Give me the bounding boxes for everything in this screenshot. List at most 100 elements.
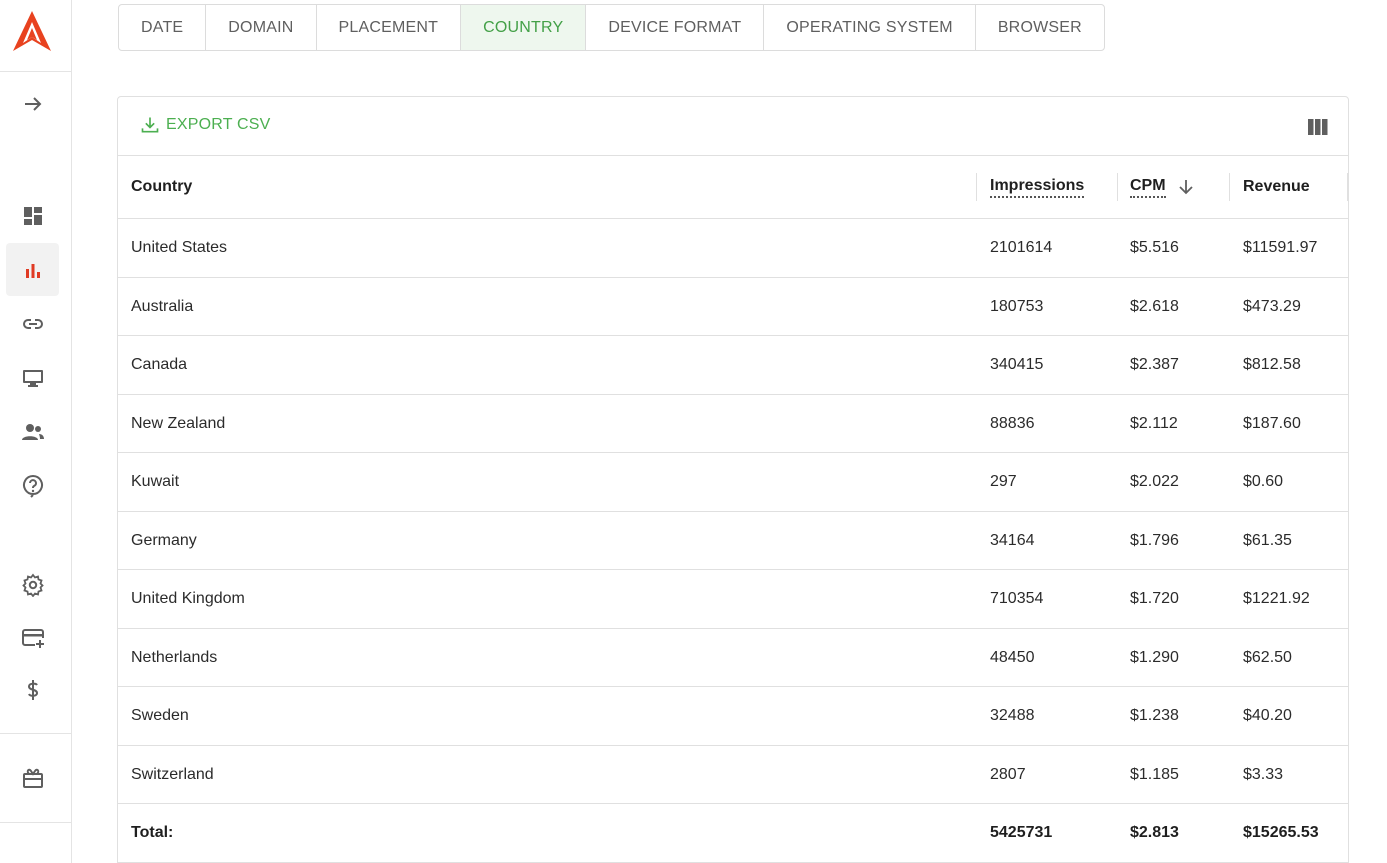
column-header-label: Impressions	[990, 177, 1085, 198]
report-dimension-tabs: DATE DOMAIN PLACEMENT COUNTRY DEVICE FOR…	[118, 4, 1105, 51]
tab-device-format[interactable]: DEVICE FORMAT	[586, 5, 765, 50]
sidebar-item-sites[interactable]	[6, 351, 59, 404]
total-revenue: $15265.53	[1243, 824, 1319, 841]
table-row: United States 2101614 $5.516 $11591.97	[118, 219, 1348, 278]
column-header-revenue[interactable]: Revenue	[1243, 156, 1310, 218]
sidebar-item-dashboard[interactable]	[6, 189, 59, 242]
column-divider	[1347, 173, 1348, 201]
country-cell: Kuwait	[131, 473, 180, 490]
cpm-cell: $1.290	[1130, 648, 1179, 666]
column-header-impressions[interactable]: Impressions	[990, 156, 1085, 218]
revenue-cell: $187.60	[1243, 414, 1301, 432]
columns-icon	[1308, 119, 1328, 135]
help-icon	[22, 474, 43, 498]
country-cell: United States	[131, 239, 228, 256]
table-row: United Kingdom 710354 $1.720 $1221.92	[118, 570, 1348, 629]
column-divider	[976, 173, 977, 201]
revenue-cell: $40.20	[1243, 707, 1292, 724]
revenue-cell: $1221.92	[1243, 590, 1310, 607]
country-cell: Australia	[131, 297, 194, 315]
table-row: Sweden 32488 $1.238 $40.20	[118, 687, 1348, 746]
sidebar-item-payment-methods[interactable]	[6, 611, 59, 664]
country-cell: United Kingdom	[131, 590, 245, 607]
tab-domain[interactable]: DOMAIN	[206, 5, 317, 50]
expand-arrow-icon	[24, 96, 41, 111]
cpm-cell: $2.618	[1130, 297, 1179, 315]
revenue-cell: $61.35	[1243, 531, 1292, 549]
export-csv-button[interactable]: EXPORT CSV	[140, 115, 271, 135]
dashboard-icon	[23, 206, 42, 225]
impressions-cell: 32488	[990, 707, 1035, 724]
cpm-cell: $2.112	[1130, 414, 1178, 432]
column-header-label: Country	[131, 178, 193, 195]
revenue-cell: $11591.97	[1243, 239, 1318, 256]
sidebar-divider	[0, 822, 71, 823]
sidebar-divider	[0, 71, 71, 72]
table-row: Kuwait 297 $2.022 $0.60	[118, 453, 1348, 512]
impressions-cell: 48450	[990, 648, 1035, 666]
table-row: Australia 180753 $2.618 $473.29	[118, 278, 1348, 336]
cpm-cell: $2.022	[1130, 473, 1179, 490]
impressions-cell: 34164	[990, 531, 1035, 549]
table-row: Switzerland 2807 $1.185 $3.33	[118, 746, 1348, 804]
sidebar-item-help[interactable]	[6, 459, 59, 512]
columns-button[interactable]	[1307, 116, 1329, 138]
revenue-cell: $473.29	[1243, 297, 1301, 315]
cpm-cell: $1.720	[1130, 590, 1179, 607]
sidebar-item-settings[interactable]	[6, 558, 59, 611]
impressions-cell: 2807	[990, 765, 1026, 783]
gear-icon	[21, 573, 44, 597]
cpm-cell: $1.796	[1130, 531, 1179, 549]
column-divider	[1117, 173, 1118, 201]
revenue-cell: $812.58	[1243, 356, 1301, 373]
impressions-cell: 297	[990, 473, 1017, 490]
tab-country[interactable]: COUNTRY	[461, 5, 587, 50]
arrow-down-icon[interactable]	[1176, 177, 1196, 197]
column-header-label: Revenue	[1243, 178, 1310, 195]
sidebar-item-links[interactable]	[6, 297, 59, 350]
cpm-cell: $1.238	[1130, 707, 1179, 724]
add-card-icon	[21, 628, 44, 648]
column-divider	[1229, 173, 1230, 201]
sidebar-item-rewards[interactable]	[6, 751, 59, 804]
impressions-cell: 180753	[990, 297, 1044, 315]
sidebar-item-payments[interactable]	[6, 663, 59, 716]
tab-browser[interactable]: BROWSER	[976, 5, 1104, 50]
expand-sidebar-button[interactable]	[6, 77, 59, 130]
sidebar-item-reports[interactable]	[6, 243, 59, 296]
cpm-cell: $2.387	[1130, 356, 1179, 373]
tab-placement[interactable]: PLACEMENT	[317, 5, 462, 50]
dollar-icon	[27, 679, 38, 700]
column-header-country[interactable]: Country	[131, 156, 192, 218]
sidebar-divider	[0, 733, 71, 734]
table-total-row: Total: 5425731 $2.813 $15265.53	[118, 804, 1348, 863]
sidebar-item-users[interactable]	[6, 405, 59, 458]
total-cpm: $2.813	[1130, 824, 1179, 841]
impressions-cell: 2101614	[990, 239, 1053, 256]
country-cell: Netherlands	[131, 648, 218, 666]
total-label: Total:	[131, 824, 174, 841]
impressions-cell: 710354	[990, 590, 1044, 607]
download-icon	[141, 117, 159, 133]
impressions-cell: 88836	[990, 414, 1035, 432]
logo-icon[interactable]	[12, 10, 52, 52]
table-row: New Zealand 88836 $2.112 $187.60	[118, 395, 1348, 453]
users-icon	[21, 423, 44, 440]
export-csv-label: EXPORT CSV	[166, 116, 271, 133]
cpm-cell: $5.516	[1130, 239, 1179, 256]
revenue-cell: $3.33	[1243, 765, 1284, 783]
table-row: Canada 340415 $2.387 $812.58	[118, 336, 1348, 395]
country-cell: Germany	[131, 531, 197, 549]
revenue-cell: $62.50	[1243, 648, 1292, 666]
revenue-cell: $0.60	[1243, 473, 1284, 490]
cpm-cell: $1.185	[1130, 765, 1179, 783]
sidebar	[0, 0, 72, 863]
table-header: Country Impressions CPM Revenue	[118, 156, 1348, 219]
link-icon	[22, 318, 43, 329]
tab-date[interactable]: DATE	[119, 5, 207, 50]
country-cell: Canada	[131, 356, 188, 373]
table-toolbar: EXPORT CSV	[118, 97, 1348, 156]
column-header-cpm[interactable]: CPM	[1130, 156, 1196, 218]
tab-operating-system[interactable]: OPERATING SYSTEM	[764, 5, 976, 50]
country-cell: Switzerland	[131, 765, 214, 783]
